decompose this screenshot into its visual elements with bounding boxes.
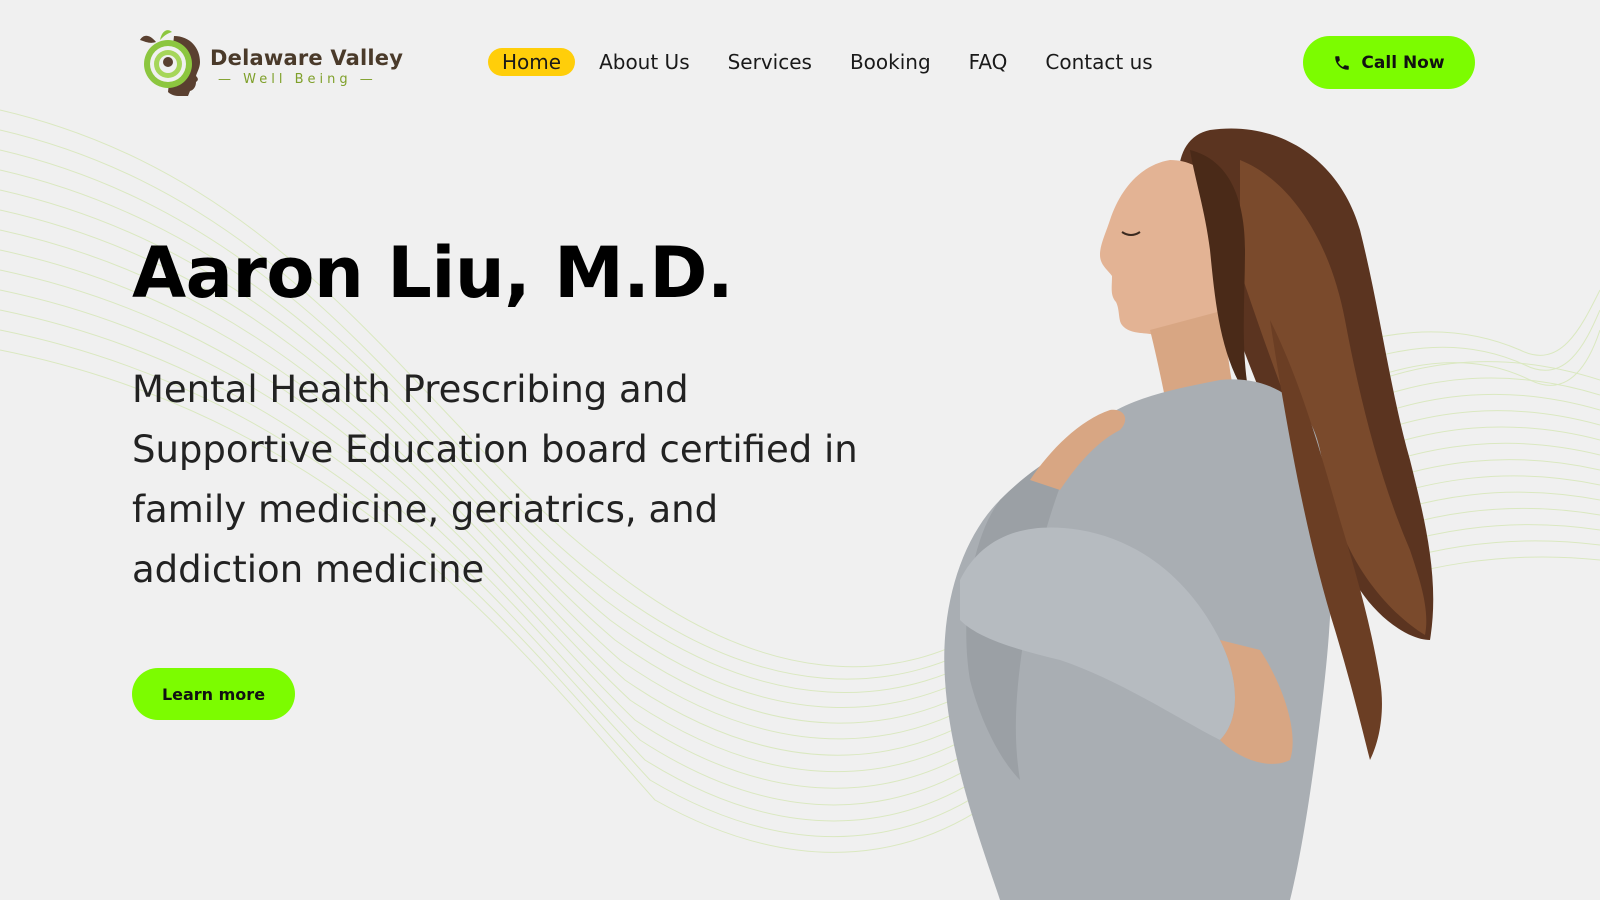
phone-icon: [1335, 55, 1350, 70]
nav-item-booking[interactable]: Booking: [836, 48, 945, 76]
main-nav: Home About Us Services Booking FAQ Conta…: [488, 48, 1167, 76]
hero-section: Aaron Liu, M.D. Mental Health Prescribin…: [132, 232, 912, 600]
learn-more-button[interactable]: Learn more: [132, 668, 295, 720]
nav-item-faq[interactable]: FAQ: [955, 48, 1022, 76]
nav-item-about-us[interactable]: About Us: [585, 48, 704, 76]
nav-item-services[interactable]: Services: [714, 48, 826, 76]
call-now-label: Call Now: [1361, 52, 1445, 73]
brand-name: Delaware Valley: [210, 46, 404, 70]
brand-tagline: — Well Being —: [218, 72, 377, 87]
brand-logo[interactable]: Delaware Valley — Well Being —: [134, 28, 403, 98]
call-now-button[interactable]: Call Now: [1303, 36, 1475, 89]
head-swirl-leaf-logo-icon: [140, 30, 200, 96]
hero-title: Aaron Liu, M.D.: [132, 232, 734, 314]
hero-woman-image: [944, 128, 1434, 900]
hero-description: Mental Health Prescribing and Supportive…: [132, 368, 858, 591]
nav-item-contact-us[interactable]: Contact us: [1031, 48, 1166, 76]
nav-item-home[interactable]: Home: [488, 48, 576, 76]
site-header: Delaware Valley — Well Being — Home Abou…: [0, 0, 1600, 125]
